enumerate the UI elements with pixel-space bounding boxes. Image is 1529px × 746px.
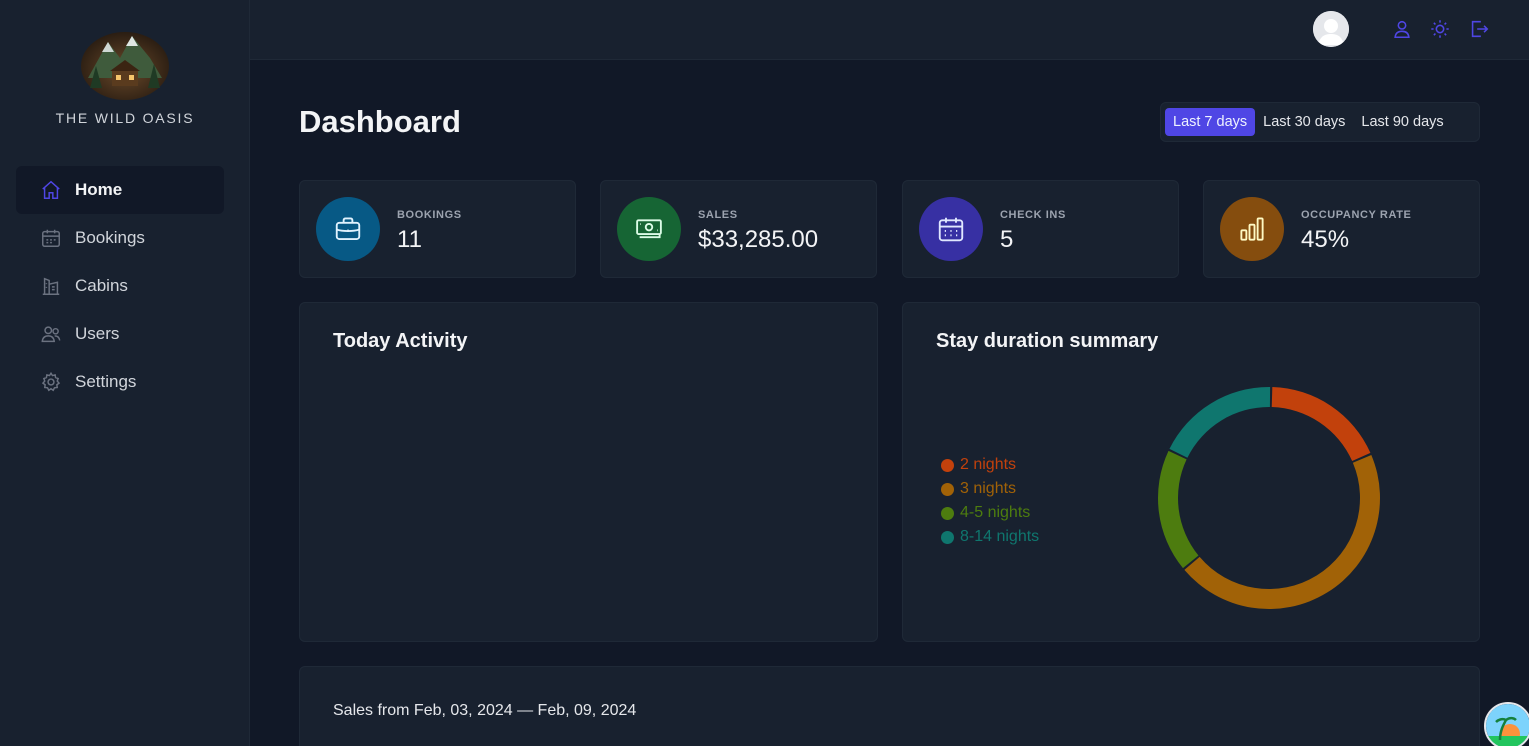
stat-sales: SALES $33,285.00: [600, 180, 877, 278]
legend-dot: [941, 530, 954, 544]
floating-app-badge[interactable]: [1484, 702, 1529, 746]
stay-duration-panel: Stay duration summary 2 nights 3 nights …: [902, 302, 1480, 642]
legend-dot: [941, 506, 954, 520]
building-icon: [40, 275, 62, 297]
legend-item: 4-5 nights: [941, 501, 1039, 525]
sales-title: Sales from Feb, 03, 2024 — Feb, 09, 2024: [333, 702, 637, 719]
legend-dot: [941, 482, 954, 496]
gear-icon: [40, 371, 62, 393]
user-icon[interactable]: [1391, 18, 1413, 40]
stat-check-ins: CHECK INS 5: [902, 180, 1179, 278]
chart-bar-icon: [1220, 197, 1284, 261]
calendar-icon: [40, 227, 62, 249]
stat-title: SALES: [698, 209, 738, 221]
stat-value: 11: [397, 226, 422, 253]
legend-label: 8-14 nights: [960, 528, 1040, 545]
today-activity-panel: Today Activity: [299, 302, 878, 642]
sidebar-item-label: Cabins: [75, 276, 128, 295]
sidebar-item-bookings[interactable]: Bookings: [16, 214, 224, 262]
filter-last-90-days[interactable]: Last 90 days: [1353, 108, 1451, 136]
donut-slice-3-nights[interactable]: [1184, 454, 1380, 609]
sidebar-item-home[interactable]: Home: [16, 166, 224, 214]
stay-duration-donut-chart: [1158, 387, 1380, 609]
sidebar-nav: Home Bookings Cabins Users Settings: [16, 166, 224, 406]
sidebar-item-label: Settings: [75, 372, 137, 391]
stat-title: OCCUPANCY RATE: [1301, 209, 1412, 221]
donut-slice-2-nights[interactable]: [1271, 387, 1371, 462]
legend-label: 2 nights: [960, 456, 1017, 473]
sidebar-item-label: Bookings: [75, 228, 145, 247]
calendar-days-icon: [919, 197, 983, 261]
logout-icon[interactable]: [1468, 18, 1490, 40]
stat-value: 5: [1000, 226, 1014, 253]
sun-icon[interactable]: [1429, 18, 1451, 40]
page-title: Dashboard: [299, 104, 461, 139]
legend-label: 4-5 nights: [960, 504, 1031, 521]
chart-legend: 2 nights 3 nights 4-5 nights 8-14 nights: [941, 453, 1039, 549]
top-header: [250, 0, 1529, 60]
date-filter: Last 7 days Last 30 days Last 90 days: [1160, 102, 1480, 142]
home-icon: [40, 179, 62, 201]
legend-item: 2 nights: [941, 453, 1039, 477]
brand-name: THE WILD OASIS: [55, 110, 195, 126]
stat-bookings: BOOKINGS 11: [299, 180, 576, 278]
users-icon: [40, 323, 62, 345]
stay-duration-title: Stay duration summary: [936, 330, 1159, 352]
avatar[interactable]: [1313, 11, 1349, 47]
sidebar-item-cabins[interactable]: Cabins: [16, 262, 224, 310]
sidebar-item-users[interactable]: Users: [16, 310, 224, 358]
app-root: THE WILD OASIS Home Bookings Cabins User…: [0, 0, 1529, 746]
stat-value: $33,285.00: [698, 226, 819, 253]
donut-slice-4-5-nights[interactable]: [1158, 450, 1199, 569]
legend-dot: [941, 458, 954, 472]
stat-value: 45%: [1301, 226, 1350, 253]
donut-slice-8-14-nights[interactable]: [1169, 387, 1271, 458]
logo-image: [80, 28, 170, 100]
sales-panel: Sales from Feb, 03, 2024 — Feb, 09, 2024: [299, 666, 1480, 746]
sidebar-item-label: Home: [75, 180, 123, 199]
filter-last-30-days[interactable]: Last 30 days: [1255, 108, 1353, 136]
stat-title: CHECK INS: [1000, 209, 1066, 221]
legend-label: 3 nights: [960, 480, 1017, 497]
briefcase-icon: [316, 197, 380, 261]
legend-item: 8-14 nights: [941, 525, 1039, 549]
stat-title: BOOKINGS: [397, 209, 462, 221]
today-activity-title: Today Activity: [333, 330, 468, 352]
filter-last-7-days[interactable]: Last 7 days: [1165, 108, 1256, 136]
sidebar-item-settings[interactable]: Settings: [16, 358, 224, 406]
sidebar: THE WILD OASIS Home Bookings Cabins User…: [0, 0, 250, 746]
logo: THE WILD OASIS: [0, 28, 250, 126]
stat-occupancy-rate: OCCUPANCY RATE 45%: [1203, 180, 1480, 278]
sidebar-item-label: Users: [75, 324, 120, 343]
banknotes-icon: [617, 197, 681, 261]
legend-item: 3 nights: [941, 477, 1039, 501]
